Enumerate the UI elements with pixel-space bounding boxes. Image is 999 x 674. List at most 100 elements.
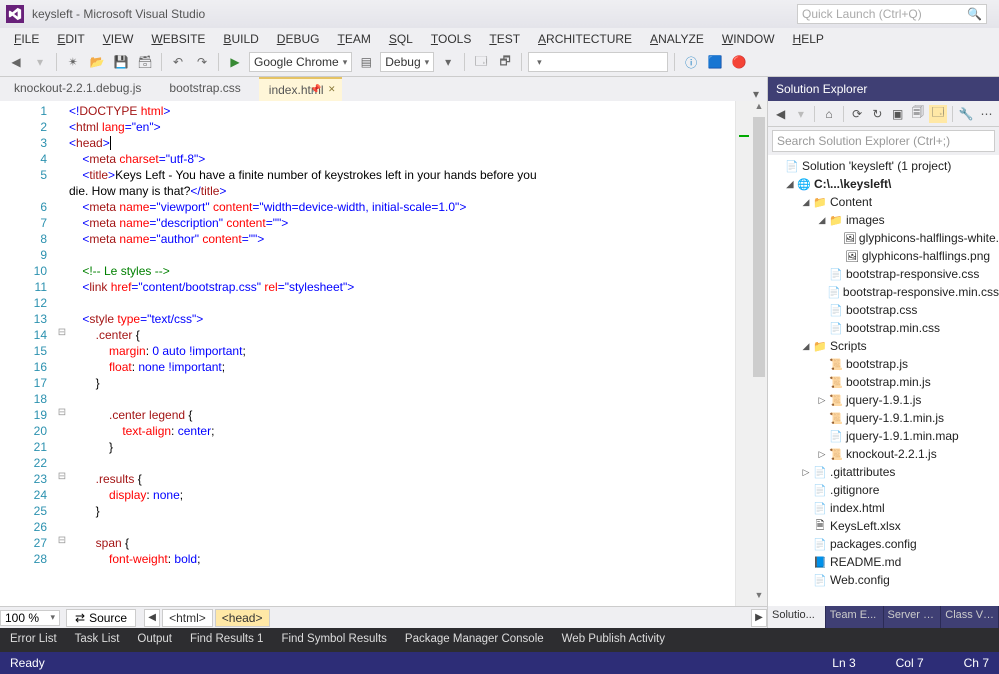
menu-team[interactable]: TEAM (329, 30, 378, 48)
menu-test[interactable]: TEST (481, 30, 528, 48)
menu-website[interactable]: WEBSITE (143, 30, 213, 48)
menu-analyze[interactable]: ANALYZE (642, 30, 712, 48)
menu-debug[interactable]: DEBUG (269, 30, 328, 48)
preview-icon[interactable]: 🔧 (958, 105, 975, 123)
browser-list-button[interactable]: ▤ (356, 52, 376, 72)
nav-back-button[interactable]: ◀ (6, 52, 26, 72)
menu-help[interactable]: HELP (785, 30, 832, 48)
tree-node[interactable]: 🗎KeysLeft.xlsx (768, 517, 999, 535)
tree-node[interactable]: 📄Web.config (768, 571, 999, 589)
menu-architecture[interactable]: ARCHITECTURE (530, 30, 640, 48)
side-tab[interactable]: Team E... (826, 606, 884, 628)
tree-node[interactable]: 📄packages.config (768, 535, 999, 553)
document-tabs: knockout-2.2.1.debug.jsbootstrap.cssinde… (0, 77, 767, 101)
menu-window[interactable]: WINDOW (714, 30, 783, 48)
tree-node[interactable]: 📄bootstrap.css (768, 301, 999, 319)
more-icon[interactable]: ⋯ (978, 105, 995, 123)
tool-window-tab[interactable]: Find Symbol Results (275, 629, 392, 651)
redo-button[interactable]: ↷ (192, 52, 212, 72)
menu-file[interactable]: FILE (6, 30, 47, 48)
breadcrumb-head[interactable]: <head> (215, 609, 270, 627)
overview-ruler[interactable] (735, 101, 751, 606)
home-icon[interactable]: ⌂ (820, 105, 837, 123)
tool-window-tab[interactable]: Task List (69, 629, 126, 651)
tree-node[interactable]: 📄Solution 'keysleft' (1 project) (768, 157, 999, 175)
refresh-icon[interactable]: ↻ (869, 105, 886, 123)
sync-icon[interactable]: ⟳ (849, 105, 866, 123)
menu-sql[interactable]: SQL (381, 30, 421, 48)
fwd-icon[interactable]: ▾ (792, 105, 809, 123)
tree-node[interactable]: 🖼glyphicons-halflings.png (768, 247, 999, 265)
browser-combo[interactable]: Google Chrome (249, 52, 352, 72)
doc-tab[interactable]: knockout-2.2.1.debug.js (4, 77, 159, 101)
side-tab[interactable]: Class Vi... (941, 606, 999, 628)
tree-node[interactable]: 📄bootstrap-responsive.css (768, 265, 999, 283)
scroll-up-icon[interactable]: ▲ (751, 101, 767, 117)
code-editor[interactable]: 1234567891011121314151617181920212223242… (0, 101, 767, 606)
open-button[interactable]: 📂 (87, 52, 107, 72)
tree-node[interactable]: 📄index.html (768, 499, 999, 517)
prop-icon[interactable]: 🗔 (929, 105, 946, 123)
breadcrumb-prev-button[interactable]: ◀ (144, 609, 160, 627)
menu-edit[interactable]: EDIT (49, 30, 92, 48)
ext-b-button[interactable]: 🔴 (729, 52, 749, 72)
fold-gutter[interactable]: ⊟⊟⊟⊟ (55, 101, 69, 606)
scroll-down-icon[interactable]: ▼ (751, 590, 767, 606)
tool-window-tab[interactable]: Web Publish Activity (556, 629, 671, 651)
nav-fwd-button[interactable]: ▾ (30, 52, 50, 72)
source-view-button[interactable]: ⇄Source (66, 609, 136, 627)
tree-node[interactable]: ▷📜knockout-2.2.1.js (768, 445, 999, 463)
doc-tab[interactable]: index.html (259, 77, 342, 101)
menu-build[interactable]: BUILD (215, 30, 266, 48)
tool-window-tab[interactable]: Error List (4, 629, 63, 651)
side-tab[interactable]: Server E... (884, 606, 942, 628)
misc-a-button[interactable]: 🗔 (471, 52, 491, 72)
tree-node[interactable]: 📄bootstrap-responsive.min.css (768, 283, 999, 301)
tree-node[interactable]: ◢📁images (768, 211, 999, 229)
menu-view[interactable]: VIEW (95, 30, 142, 48)
tool-window-tab[interactable]: Output (131, 629, 178, 651)
tree-node[interactable]: 📘README.md (768, 553, 999, 571)
showall-icon[interactable]: 🗐 (909, 105, 926, 123)
misc-b-button[interactable]: 🗗 (495, 52, 515, 72)
save-all-button[interactable]: 🗃 (135, 52, 155, 72)
tree-node[interactable]: 📄jquery-1.9.1.min.map (768, 427, 999, 445)
tree-node[interactable]: ◢🌐C:\...\keysleft\ (768, 175, 999, 193)
solution-explorer-search[interactable]: Search Solution Explorer (Ctrl+;) (772, 130, 995, 152)
doc-tab[interactable]: bootstrap.css (159, 77, 258, 101)
tree-node[interactable]: ◢📁Scripts (768, 337, 999, 355)
zoom-combo[interactable]: 100 % (0, 610, 60, 626)
tree-node[interactable]: ◢📁Content (768, 193, 999, 211)
platform-button[interactable]: ▾ (438, 52, 458, 72)
start-debug-button[interactable]: ▶ (225, 52, 245, 72)
info-button[interactable]: ⓘ (681, 52, 701, 72)
scroll-thumb[interactable] (751, 117, 767, 590)
side-tab[interactable]: Solutio... (768, 606, 826, 628)
find-combo[interactable] (528, 52, 668, 72)
ext-a-button[interactable]: 🟦 (705, 52, 725, 72)
tree-node[interactable]: 📄bootstrap.min.css (768, 319, 999, 337)
tool-window-tab[interactable]: Find Results 1 (184, 629, 270, 651)
solution-tree[interactable]: 📄Solution 'keysleft' (1 project)◢🌐C:\...… (768, 155, 999, 606)
tabs-overflow-button[interactable]: ▾ (745, 87, 767, 101)
tree-node[interactable]: ▷📄.gitattributes (768, 463, 999, 481)
menu-tools[interactable]: TOOLS (423, 30, 479, 48)
tree-node[interactable]: 🖼glyphicons-halflings-white. (768, 229, 999, 247)
tree-node[interactable]: 📜bootstrap.min.js (768, 373, 999, 391)
code-view[interactable]: <!DOCTYPE html><html lang="en"><head> <m… (69, 101, 735, 606)
tree-node[interactable]: 📜bootstrap.js (768, 355, 999, 373)
config-combo[interactable]: Debug (380, 52, 434, 72)
breadcrumb-next-button[interactable]: ▶ (751, 609, 767, 627)
tool-window-tab[interactable]: Package Manager Console (399, 629, 550, 651)
undo-button[interactable]: ↶ (168, 52, 188, 72)
vertical-scrollbar[interactable]: ▲ ▼ (751, 101, 767, 606)
tree-node[interactable]: ▷📜jquery-1.9.1.js (768, 391, 999, 409)
save-button[interactable]: 💾 (111, 52, 131, 72)
tree-node[interactable]: 📄.gitignore (768, 481, 999, 499)
collapse-icon[interactable]: ▣ (889, 105, 906, 123)
back-icon[interactable]: ◀ (772, 105, 789, 123)
quick-launch-input[interactable]: Quick Launch (Ctrl+Q) 🔍 (797, 4, 987, 24)
breadcrumb-html[interactable]: <html> (162, 609, 213, 627)
tree-node[interactable]: 📜jquery-1.9.1.min.js (768, 409, 999, 427)
new-project-button[interactable]: ✴ (63, 52, 83, 72)
